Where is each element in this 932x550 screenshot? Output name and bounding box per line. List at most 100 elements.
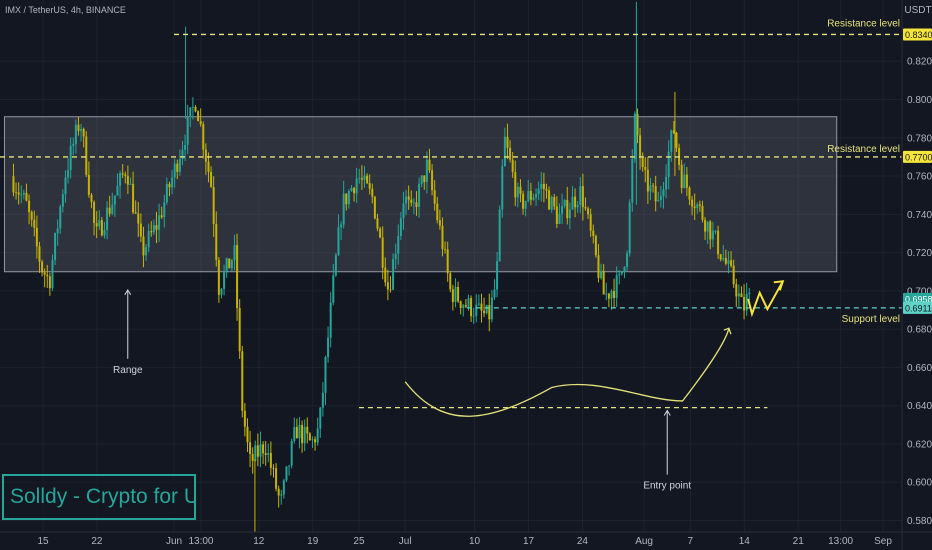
candle-body bbox=[15, 192, 18, 194]
candle-body bbox=[620, 271, 623, 274]
price-tag-support: 0.6911 bbox=[903, 301, 932, 314]
candle-body bbox=[420, 175, 423, 184]
candle-body bbox=[410, 199, 413, 203]
candle-body bbox=[613, 290, 616, 298]
candle-body bbox=[41, 261, 44, 273]
candle-body bbox=[574, 196, 577, 208]
candle-body bbox=[74, 124, 77, 145]
candle-body bbox=[139, 223, 142, 237]
candle-body bbox=[90, 194, 93, 203]
candle-body bbox=[542, 183, 545, 190]
resistance-high-label: Resistance level bbox=[827, 18, 900, 29]
price-chart[interactable]: Resistance level Resistance level Support … bbox=[0, 0, 932, 550]
candle-body bbox=[519, 186, 522, 194]
candle-body bbox=[438, 220, 441, 226]
candle-body bbox=[223, 272, 226, 289]
x-tick-label: 13:00 bbox=[188, 536, 213, 547]
candle-body bbox=[691, 199, 694, 207]
candle-body bbox=[217, 259, 220, 295]
entry-point-label: Entry point bbox=[643, 481, 691, 492]
candle-body bbox=[685, 174, 688, 188]
candle-body bbox=[95, 223, 98, 227]
candle-body bbox=[509, 147, 512, 160]
candle-body bbox=[269, 453, 272, 468]
y-tick-label: 0.7600 bbox=[907, 172, 932, 183]
candle-body bbox=[46, 274, 49, 277]
candle-body bbox=[93, 202, 96, 224]
candle-body bbox=[386, 282, 389, 290]
candle-body bbox=[61, 194, 64, 207]
candle-body bbox=[368, 183, 371, 189]
candle-body bbox=[553, 196, 556, 207]
candle-body bbox=[145, 247, 148, 256]
candle-body bbox=[173, 163, 176, 178]
candle-body bbox=[272, 467, 275, 469]
candle-body bbox=[358, 178, 361, 180]
price-tag-support-text: 0.6911 bbox=[905, 303, 932, 313]
candle-body bbox=[246, 426, 249, 443]
candle-body bbox=[558, 213, 561, 224]
candle-body bbox=[566, 200, 569, 219]
candle-body bbox=[241, 351, 244, 411]
candle-body bbox=[332, 275, 335, 303]
candle-body bbox=[483, 310, 486, 314]
candle-body bbox=[548, 190, 551, 210]
candle-body bbox=[233, 245, 236, 261]
range-label: Range bbox=[113, 365, 143, 376]
candle-body bbox=[696, 204, 699, 209]
candle-body bbox=[464, 305, 467, 307]
candle-body bbox=[64, 177, 67, 195]
candle-body bbox=[178, 159, 181, 172]
x-tick-label: 17 bbox=[523, 536, 535, 547]
candle-body bbox=[350, 188, 353, 192]
candle-body bbox=[25, 192, 28, 201]
candle-body bbox=[607, 293, 610, 299]
candle-body bbox=[165, 183, 168, 203]
candle-body bbox=[392, 259, 395, 290]
candle-body bbox=[537, 188, 540, 195]
candle-body bbox=[220, 288, 223, 295]
candle-body bbox=[641, 157, 644, 168]
candle-body bbox=[493, 289, 496, 298]
y-tick-label: 0.7400 bbox=[907, 210, 932, 221]
candle-body bbox=[199, 121, 202, 125]
candle-body bbox=[550, 196, 553, 210]
candle-body bbox=[602, 270, 605, 295]
x-tick-label: 14 bbox=[739, 536, 751, 547]
candle-body bbox=[48, 276, 51, 289]
candle-body bbox=[98, 220, 101, 227]
candle-body bbox=[561, 206, 564, 214]
candle-body bbox=[485, 305, 488, 314]
candle-body bbox=[337, 227, 340, 256]
y-tick-label: 0.6400 bbox=[907, 401, 932, 412]
x-tick-label: 22 bbox=[91, 536, 103, 547]
candle-body bbox=[600, 270, 603, 278]
candle-body bbox=[431, 170, 434, 191]
candle-body bbox=[555, 206, 558, 224]
candle-body bbox=[342, 193, 345, 225]
candle-body bbox=[134, 212, 137, 214]
candle-body bbox=[545, 189, 548, 191]
candle-body bbox=[579, 186, 582, 205]
candle-body bbox=[433, 190, 436, 204]
candle-body bbox=[121, 173, 124, 175]
candle-body bbox=[124, 174, 127, 176]
candle-body bbox=[683, 174, 686, 188]
candle-body bbox=[454, 286, 457, 303]
candle-body bbox=[592, 230, 595, 236]
candle-body bbox=[311, 439, 314, 441]
candle-body bbox=[285, 466, 288, 481]
x-tick-label: 10 bbox=[469, 536, 481, 547]
candle-body bbox=[412, 202, 415, 204]
candle-body bbox=[228, 258, 231, 269]
candle-body bbox=[376, 218, 379, 229]
candle-body bbox=[69, 145, 72, 171]
candle-body bbox=[743, 297, 746, 311]
candle-body bbox=[72, 144, 75, 146]
candle-body bbox=[532, 197, 535, 200]
x-tick-label: 13:00 bbox=[828, 536, 853, 547]
candle-body bbox=[480, 303, 483, 311]
candle-body bbox=[610, 290, 613, 299]
price-tag-resistance-high-text: 0.8340 bbox=[905, 30, 932, 40]
candle-body bbox=[334, 255, 337, 276]
